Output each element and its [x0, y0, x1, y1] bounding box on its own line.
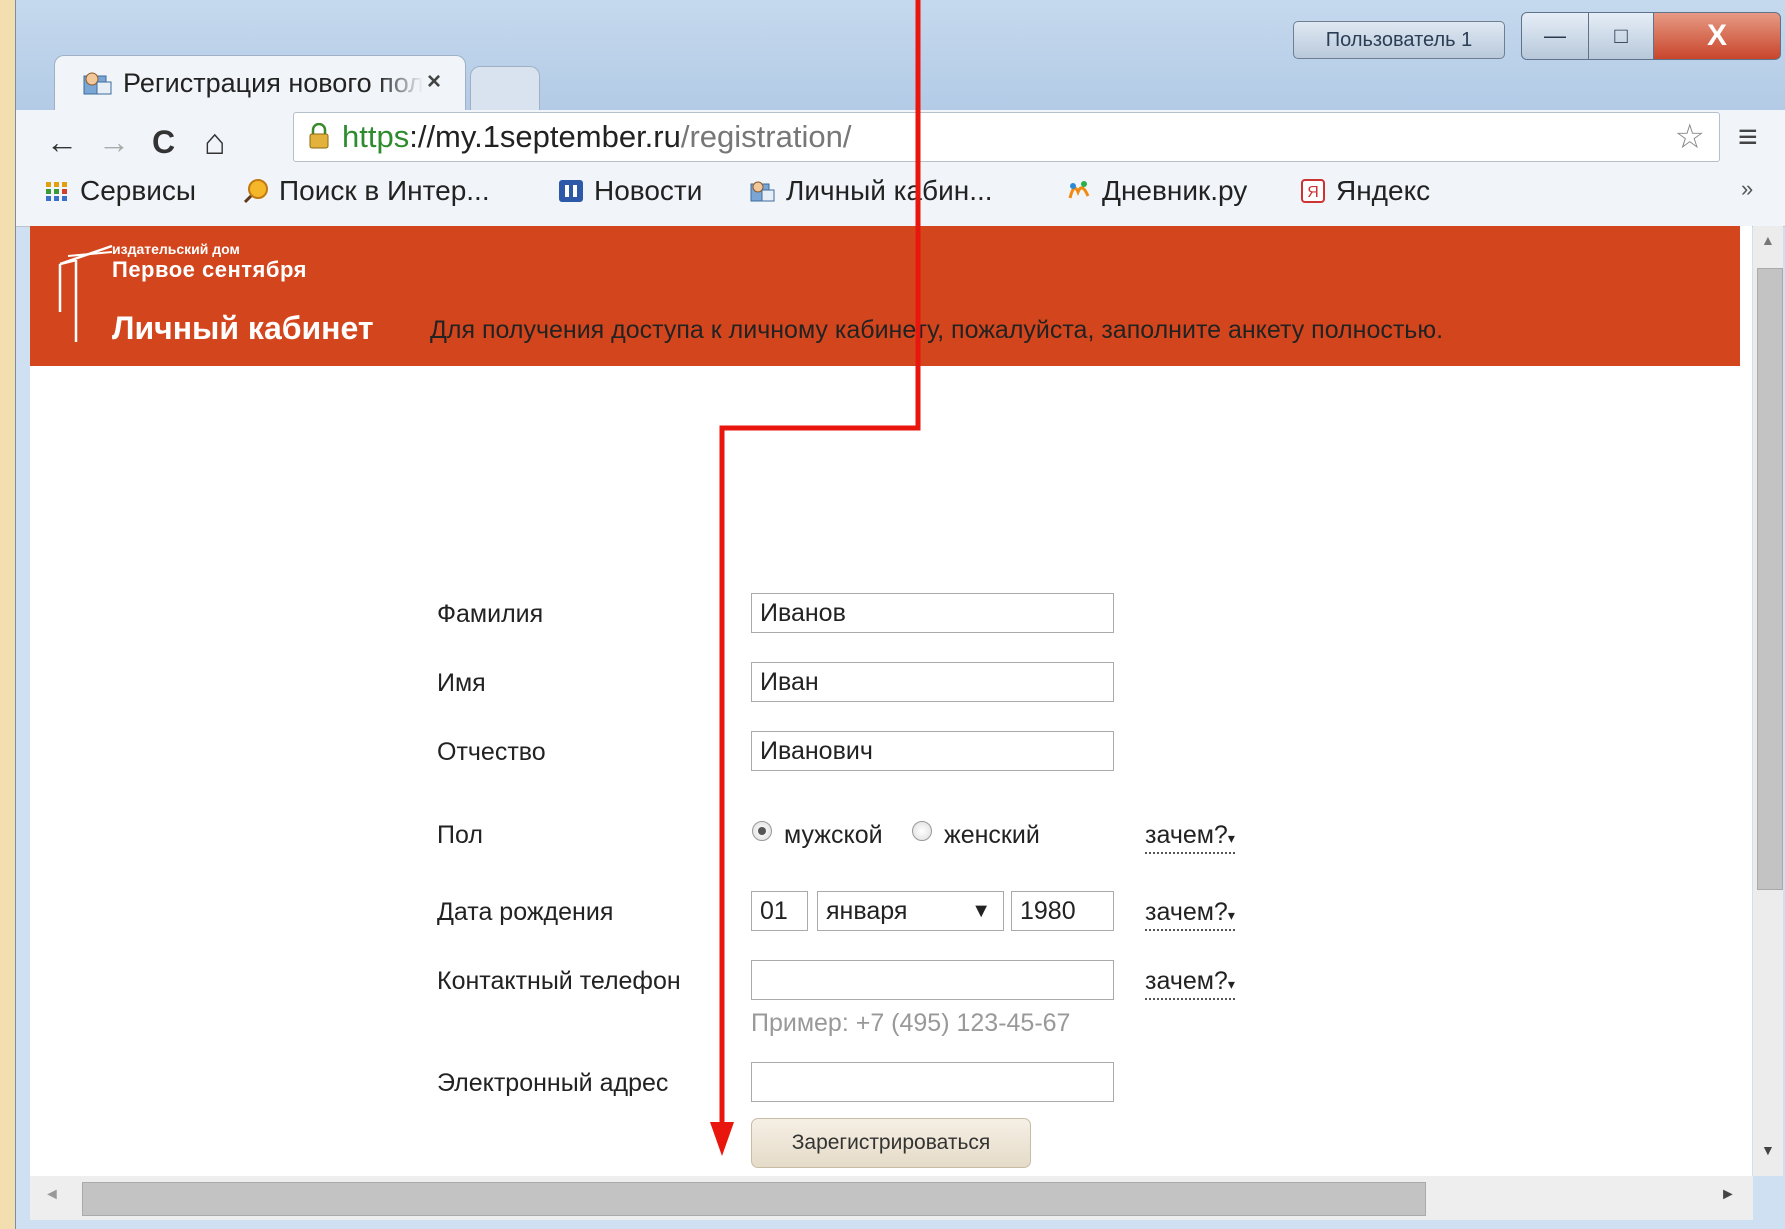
news-icon [559, 180, 583, 202]
why-birth-date-link[interactable]: зачем?▾ [1145, 898, 1235, 931]
bookmark-services[interactable]: Сервисы [44, 172, 196, 210]
why-link-label: зачем? [1145, 898, 1228, 926]
bookmarks-bar: Сервисы Поиск в Интер... Новости Личный … [16, 162, 1785, 220]
browser-toolbar: ← → C ⌂ https://my.1september.ru/registr… [16, 110, 1785, 227]
bookmark-label: Сервисы [80, 175, 197, 206]
register-button[interactable]: Зарегистрироваться [751, 1118, 1031, 1168]
phone-label: Контактный телефон [437, 967, 681, 995]
svg-text:Я: Я [1307, 184, 1319, 201]
bookmark-news[interactable]: Новости [558, 172, 702, 210]
surname-field[interactable]: Иванов [751, 593, 1114, 633]
chevron-down-icon: ▾ [1227, 976, 1235, 992]
publisher-logo-icon [58, 244, 113, 342]
patronymic-label: Отчество [437, 738, 546, 766]
why-link-label: зачем? [1145, 967, 1228, 995]
menu-icon[interactable]: ≡ [1738, 118, 1758, 157]
url-host: ://my.1september.ru [409, 119, 681, 154]
bookmark-search[interactable]: Поиск в Интер... [243, 172, 490, 210]
minimize-button[interactable]: — [1521, 12, 1589, 60]
tab-close-icon[interactable]: × [427, 68, 441, 96]
reload-icon[interactable]: C [152, 120, 175, 164]
chevron-down-icon: ▾ [1227, 830, 1235, 846]
lock-icon [309, 123, 329, 149]
publisher-tagline: издательский дом [112, 241, 240, 257]
home-icon[interactable]: ⌂ [204, 120, 226, 164]
close-window-button[interactable]: X [1653, 12, 1781, 60]
chevron-down-icon: ▾ [1227, 907, 1235, 923]
bookmark-cabinet[interactable]: Личный кабин... [750, 172, 993, 210]
search-globe-icon [243, 179, 268, 204]
name-field[interactable]: Иван [751, 662, 1114, 702]
patronymic-field[interactable]: Иванович [751, 731, 1114, 771]
why-link-label: зачем? [1145, 821, 1228, 849]
page-title: Регистрация нового пользователя [430, 238, 1032, 280]
birth-month-select[interactable]: января ▼ [817, 891, 1004, 931]
apps-grid-icon [46, 182, 67, 201]
scroll-left-icon[interactable]: ◄ [44, 1186, 60, 1204]
bookmark-label: Дневник.ру [1102, 175, 1248, 206]
name-label: Имя [437, 669, 486, 697]
url-path: /registration/ [680, 119, 852, 154]
gender-female-radio[interactable] [912, 821, 932, 841]
tab-favicon-icon [83, 72, 112, 95]
birth-month-value: января [826, 897, 908, 925]
browser-window: Пользователь 1 — □ X Регистрация нового … [15, 0, 1785, 1229]
forward-arrow-icon[interactable]: → [98, 120, 130, 164]
horizontal-scrollbar[interactable]: ◄ ► [30, 1176, 1753, 1220]
form-intro-text: Для получения доступа к личному кабинету… [430, 316, 1444, 344]
url-scheme: https [342, 119, 410, 154]
url-text: https://my.1september.ru/registration/ [342, 118, 851, 156]
phone-example-hint: Пример: +7 (495) 123-45-67 [751, 1009, 1071, 1037]
bookmark-label: Яндекс [1336, 175, 1431, 206]
birth-year-field[interactable]: 1980 [1011, 891, 1114, 931]
back-arrow-icon[interactable]: ← [46, 120, 78, 164]
scroll-up-icon[interactable]: ▲ [1761, 232, 1775, 248]
bookmark-yandex[interactable]: Я Яндекс [1300, 172, 1430, 210]
gender-female-label[interactable]: женский [944, 821, 1040, 850]
address-bar[interactable]: https://my.1september.ru/registration/ ☆ [293, 112, 1720, 162]
bookmark-diary[interactable]: Дневник.ру [1066, 172, 1247, 210]
vertical-scroll-thumb[interactable] [1757, 268, 1783, 890]
surname-label: Фамилия [437, 600, 544, 628]
bookmark-label: Новости [594, 175, 703, 206]
horizontal-scroll-thumb[interactable] [82, 1182, 1426, 1216]
cabinet-icon [750, 181, 775, 202]
diary-icon [1068, 181, 1090, 199]
tab-registration[interactable]: Регистрация нового пользователя × [54, 55, 466, 111]
vertical-scrollbar[interactable]: ▲ ▼ [1753, 226, 1783, 1176]
new-tab-button[interactable] [470, 66, 540, 111]
scroll-down-icon[interactable]: ▼ [1761, 1142, 1775, 1158]
phone-field[interactable] [751, 960, 1114, 1000]
why-phone-link[interactable]: зачем?▾ [1145, 967, 1235, 1000]
email-field[interactable] [751, 1062, 1114, 1102]
publisher-name: Первое сентября [112, 257, 307, 282]
gender-label: Пол [437, 821, 483, 849]
scroll-right-icon[interactable]: ► [1720, 1186, 1736, 1204]
tab-title: Регистрация нового пользователя [123, 68, 423, 98]
title-bar: Пользователь 1 — □ X Регистрация нового … [16, 0, 1785, 111]
birth-date-label: Дата рождения [437, 898, 614, 926]
user-profile-button[interactable]: Пользователь 1 [1293, 21, 1505, 59]
email-label: Электронный адрес [437, 1069, 669, 1097]
gender-male-radio[interactable] [752, 821, 772, 841]
select-arrow-icon: ▼ [971, 900, 991, 922]
bookmark-star-icon[interactable]: ☆ [1675, 117, 1705, 157]
birth-day-field[interactable]: 01 [751, 891, 808, 931]
bookmark-label: Поиск в Интер... [279, 175, 490, 206]
yandex-icon: Я [1301, 179, 1325, 203]
gender-male-label[interactable]: мужской [784, 821, 883, 850]
why-gender-link[interactable]: зачем?▾ [1145, 821, 1235, 854]
cabinet-title[interactable]: Личный кабинет [112, 310, 374, 347]
bookmark-label: Личный кабин... [786, 175, 993, 206]
more-bookmarks-icon[interactable]: » [1741, 176, 1753, 202]
maximize-button[interactable]: □ [1588, 12, 1654, 60]
